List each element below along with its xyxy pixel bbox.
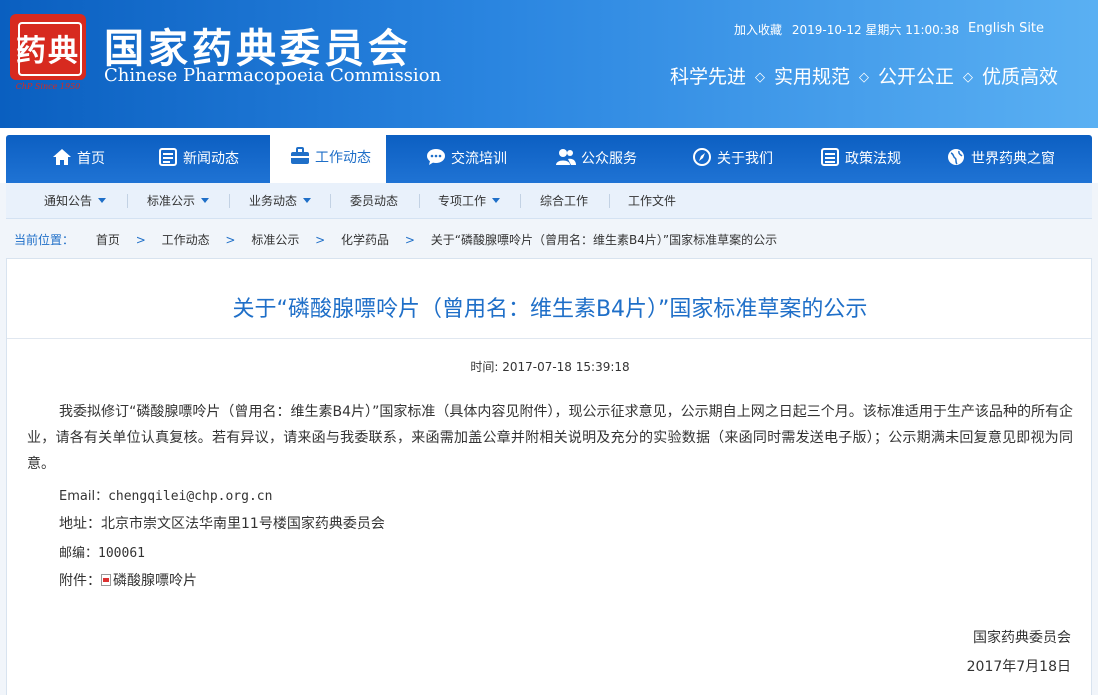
sub-nav-divider: [419, 194, 420, 208]
globe-icon: [948, 149, 964, 165]
signature: 国家药典委员会: [973, 630, 1071, 646]
email-line: Email：chengqilei@chp.org.cn: [59, 485, 272, 504]
briefcase-icon: [291, 147, 309, 164]
caret-down-icon: [201, 198, 210, 203]
users-icon: [556, 149, 576, 165]
sub-nav-divider: [330, 194, 331, 208]
slogan: 实用规范: [774, 66, 851, 88]
email-label: Email：: [59, 489, 109, 504]
breadcrumb-separator: >: [315, 233, 326, 247]
sub-nav-general-work[interactable]: 综合工作: [540, 183, 588, 219]
breadcrumb-separator: >: [404, 233, 415, 247]
sub-nav-notices[interactable]: 通知公告: [44, 183, 107, 219]
breadcrumb-item-work[interactable]: 工作动态: [162, 233, 210, 247]
article-title: 关于“磷酸腺嘌呤片（曾用名：维生素B4片）”国家标准草案的公示: [232, 297, 868, 322]
breadcrumb-item-home[interactable]: 首页: [96, 233, 120, 247]
sub-nav-standard-publicity[interactable]: 标准公示: [147, 183, 210, 219]
main-nav: 首页 新闻动态 工作动态 交流培训 公众服务 关于我们 政策法规 世界药典之窗: [0, 128, 1098, 186]
breadcrumb-separator: >: [135, 233, 146, 247]
caret-down-icon: [98, 198, 107, 203]
site-title-en: Chinese Pharmacopoeia Commission: [104, 65, 442, 86]
breadcrumb-separator: >: [225, 233, 236, 247]
time-label: 时间:: [470, 360, 499, 374]
nav-item-policy[interactable]: 政策法规: [820, 135, 901, 183]
breadcrumb-item-current: 关于“磷酸腺嘌呤片（曾用名：维生素B4片）”国家标准草案的公示: [430, 233, 778, 247]
article-body: 我委拟修订“磷酸腺嘌呤片（曾用名：维生素B4片）”国家标准（具体内容见附件），现…: [27, 404, 1073, 472]
sub-nav-divider: [229, 194, 230, 208]
signature-date: 2017年7月18日: [966, 659, 1071, 675]
diamond-icon: ◇: [859, 70, 870, 85]
nav-item-work[interactable]: 工作动态: [270, 131, 386, 186]
breadcrumb: 当前位置： 首页 > 工作动态 > 标准公示 > 化学药品 > 关于“磷酸腺嘌呤…: [14, 231, 777, 248]
sub-nav-special-work[interactable]: 专项工作: [438, 183, 501, 219]
nav-item-training[interactable]: 交流培训: [426, 135, 507, 183]
sub-nav-divider: [609, 194, 610, 208]
add-favorite-link[interactable]: 加入收藏: [734, 23, 782, 37]
nav-item-home[interactable]: 首页: [52, 135, 105, 183]
address-label: 地址：: [59, 516, 101, 532]
logo-since: ChP Since 1950: [15, 82, 81, 91]
breadcrumb-item-chemical-drugs[interactable]: 化学药品: [341, 233, 389, 247]
attachment-label: 附件：: [59, 573, 101, 589]
breadcrumb-lead: 当前位置：: [14, 233, 75, 247]
main-nav-bar: 首页 新闻动态 工作动态 交流培训 公众服务 关于我们 政策法规 世界药典之窗: [6, 131, 1092, 186]
nav-item-public-service[interactable]: 公众服务: [556, 135, 637, 183]
diamond-icon: ◇: [755, 70, 766, 85]
slogan: 优质高效: [982, 66, 1059, 88]
list-icon: [159, 148, 177, 166]
slogan: 公开公正: [878, 66, 955, 88]
article-panel: 关于“磷酸腺嘌呤片（曾用名：维生素B4片）”国家标准草案的公示 时间: 2017…: [6, 258, 1092, 695]
logo-chars: 药典: [16, 34, 80, 69]
breadcrumb-item-standard-publicity[interactable]: 标准公示: [251, 233, 299, 247]
attachment-link[interactable]: 磷酸腺嘌呤片: [113, 573, 197, 589]
document-list-icon: [821, 148, 839, 166]
nav-item-about[interactable]: 关于我们: [692, 135, 773, 183]
english-site-link[interactable]: English Site: [968, 21, 1044, 36]
sub-nav-work-files[interactable]: 工作文件: [628, 183, 676, 219]
compass-icon: [693, 148, 711, 166]
sub-nav-divider: [520, 194, 521, 208]
slogans: 科学先进 ◇ 实用规范 ◇ 公开公正 ◇ 优质高效: [670, 62, 1058, 89]
current-datetime: 2019-10-12 星期六 11:00:38: [791, 23, 960, 37]
caret-down-icon: [492, 198, 501, 203]
time-value: 2017-07-18 15:39:18: [502, 360, 630, 374]
postcode-label: 邮编：: [59, 546, 99, 561]
address-value: 北京市崇文区法华南里11号楼国家药典委员会: [101, 516, 385, 532]
title-divider: [7, 338, 1091, 339]
site-logo[interactable]: 药典 ChP Since 1950: [10, 14, 86, 92]
pdf-file-icon: [101, 574, 111, 586]
caret-down-icon: [303, 198, 312, 203]
attachment-line: 附件： 磷酸腺嘌呤片: [59, 570, 197, 590]
publish-time: 时间: 2017-07-18 15:39:18: [7, 358, 1093, 375]
postcode-value: 100061: [98, 546, 145, 561]
sub-nav-member-news[interactable]: 委员动态: [350, 183, 398, 219]
address-line: 地址：北京市崇文区法华南里11号楼国家药典委员会: [59, 513, 385, 533]
nav-item-world-pharmacopoeia[interactable]: 世界药典之窗: [946, 135, 1055, 183]
slogan: 科学先进: [670, 66, 747, 88]
email-address: chengqilei@chp.org.cn: [108, 489, 273, 504]
site-header: 药典 ChP Since 1950 国家药典委员会 Chinese Pharma…: [0, 0, 1098, 128]
chat-icon: [427, 149, 445, 165]
top-links: 加入收藏 2019-10-12 星期六 11:00:38: [734, 21, 965, 38]
sub-nav-business-news[interactable]: 业务动态: [249, 183, 312, 219]
diamond-icon: ◇: [963, 70, 974, 85]
nav-item-news[interactable]: 新闻动态: [158, 135, 239, 183]
postcode-line: 邮编：100061: [59, 542, 145, 561]
sub-nav: 通知公告 标准公示 业务动态 委员动态 专项工作 综合工作 工作文件: [6, 183, 1092, 219]
sub-nav-divider: [127, 194, 128, 208]
home-icon: [53, 149, 71, 165]
